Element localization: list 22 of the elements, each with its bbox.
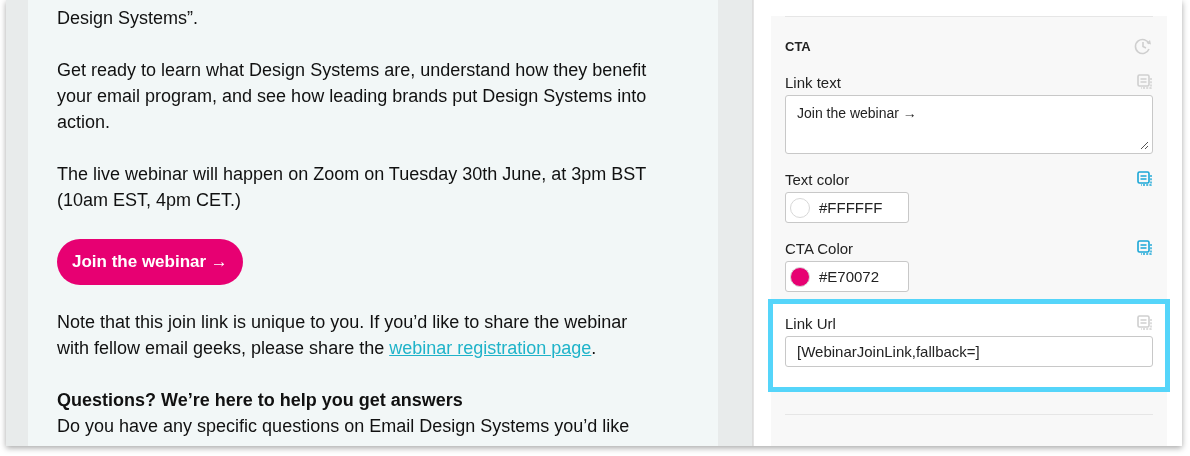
section-title: CTA <box>785 38 811 54</box>
dynamic-content-icon[interactable] <box>1137 171 1153 187</box>
link-text-field[interactable]: Join the webinar → <box>785 95 1153 154</box>
history-icon[interactable] <box>1133 36 1153 56</box>
paragraph: The live webinar will happen on Zoom on Tuesday 30th June, at 3pm BST (10am EST, 4pm CET.) <box>57 163 647 212</box>
color-field[interactable]: #E70072 <box>785 261 909 292</box>
dynamic-content-icon[interactable] <box>1137 315 1153 331</box>
field-label: Link text <box>785 73 841 91</box>
dynamic-content-icon[interactable] <box>1137 74 1153 90</box>
section-heading: Questions? We’re here to help you get answers <box>57 389 464 412</box>
field-label: Link Url <box>785 314 836 332</box>
join-webinar-button[interactable]: Join the webinar → <box>57 239 243 285</box>
dynamic-content-icon[interactable] <box>1137 240 1153 256</box>
color-field[interactable]: #FFFFFF <box>785 192 909 223</box>
url-field[interactable]: [WebinarJoinLink,fallback=] <box>785 336 1153 367</box>
field-label: CTA Color <box>785 239 854 257</box>
paragraph: Note that this join link is unique to you. If you’d like to share the webinar with fellow email geeks, please share the webinar registration page. <box>57 311 629 360</box>
paragraph: Design Systems”. <box>57 7 200 30</box>
resize-handle-icon[interactable] <box>1139 140 1149 150</box>
paragraph: Do you have any specific questions on Email Design Systems you’d like <box>57 415 631 438</box>
field-label: Text color <box>785 170 850 188</box>
paragraph: Get ready to learn what Design Systems are, understand how they benefit your email program, and see how leading brands put Design Systems into action. <box>57 59 648 134</box>
